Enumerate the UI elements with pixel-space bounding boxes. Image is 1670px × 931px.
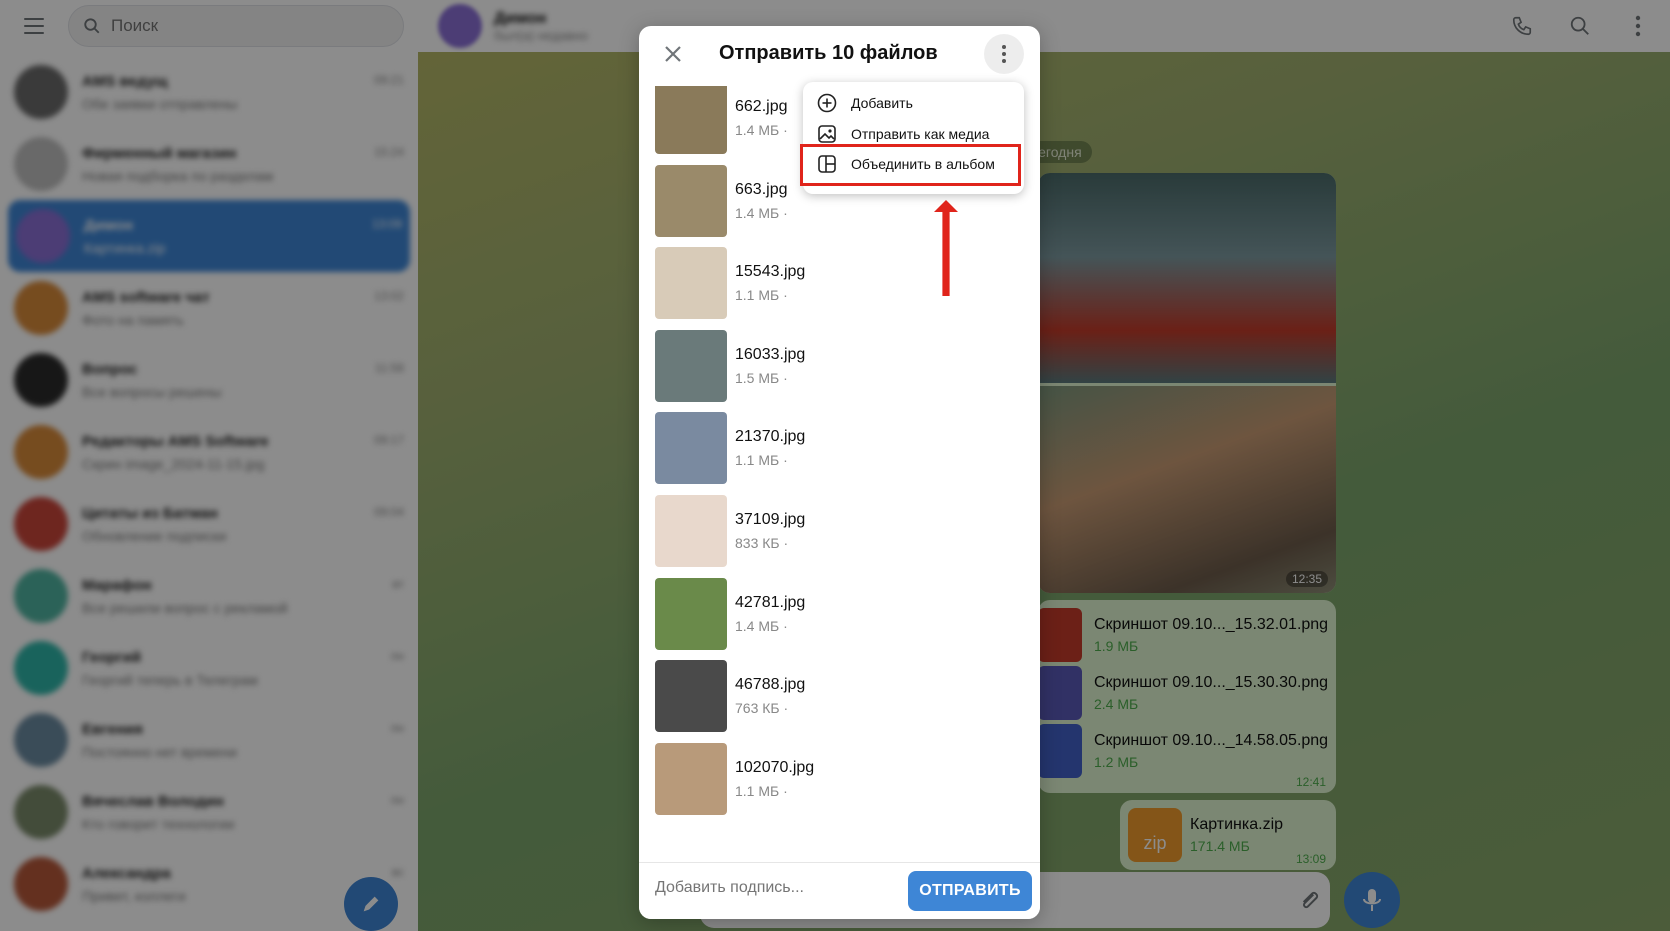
file-list-item[interactable]: 16033.jpg 1.5 МБ · xyxy=(655,329,1025,402)
file-name: 21370.jpg xyxy=(735,428,806,446)
image-icon xyxy=(818,125,836,143)
more-vertical-icon xyxy=(1002,45,1006,63)
file-list-item[interactable]: 15543.jpg 1.1 МБ · xyxy=(655,247,1025,320)
file-size: 1.1 МБ · xyxy=(735,782,788,799)
file-thumbnail xyxy=(655,412,727,485)
file-size: 1.4 МБ · xyxy=(735,204,788,221)
file-thumbnail xyxy=(655,495,727,567)
file-thumbnail xyxy=(655,577,727,650)
file-name: 662.jpg xyxy=(735,98,788,115)
file-list-item[interactable]: 42781.jpg 1.4 МБ · xyxy=(655,577,1025,650)
file-size: 1.1 МБ · xyxy=(735,287,788,304)
menu-item-label: Добавить xyxy=(851,95,913,111)
file-size: 763 КБ · xyxy=(735,700,789,717)
file-thumbnail xyxy=(655,742,727,815)
highlight-box xyxy=(800,144,1021,186)
file-size: 1.5 МБ · xyxy=(735,369,788,386)
dialog-title: Отправить 10 файлов xyxy=(719,42,938,64)
file-info: 42781.jpg 1.4 МБ · xyxy=(735,594,805,634)
file-name: 37109.jpg xyxy=(735,511,806,528)
caption-input[interactable] xyxy=(655,879,875,897)
file-size: 1.4 МБ · xyxy=(735,122,788,138)
send-button[interactable]: ОТПРАВИТЬ xyxy=(908,871,1032,911)
file-name: 102070.jpg xyxy=(735,758,815,776)
menu-item-label: Отправить как медиа xyxy=(851,126,990,142)
dialog-header: Отправить 10 файлов xyxy=(639,26,1040,82)
file-info: 37109.jpg 833 КБ · xyxy=(735,511,805,551)
file-info: 46788.jpg 763 КБ · xyxy=(735,676,805,716)
file-name: 15543.jpg xyxy=(735,263,806,281)
file-size: 833 КБ · xyxy=(735,535,789,551)
file-thumbnail xyxy=(655,247,727,320)
file-list-item[interactable]: 46788.jpg 763 КБ · xyxy=(655,660,1025,733)
dialog-footer: ОТПРАВИТЬ xyxy=(639,862,1040,919)
annotation-arrow xyxy=(934,200,958,296)
file-name: 46788.jpg xyxy=(735,676,806,694)
file-thumbnail xyxy=(655,86,727,154)
file-list: 662.jpg 1.4 МБ · 663.jpg 1.4 МБ · 15543.jpg 1… xyxy=(639,86,1040,889)
file-list-item[interactable]: 37109.jpg 833 КБ · xyxy=(655,495,1025,567)
file-thumbnail xyxy=(655,660,727,733)
close-icon[interactable] xyxy=(659,40,687,68)
file-name: 663.jpg xyxy=(735,180,788,198)
file-info: 102070.jpg 1.1 МБ · xyxy=(735,759,814,799)
file-info: 663.jpg 1.4 МБ · xyxy=(735,181,788,221)
plus-circle-icon xyxy=(817,93,837,113)
file-list-item[interactable]: 21370.jpg 1.1 МБ · xyxy=(655,412,1025,485)
file-info: 662.jpg 1.4 МБ · xyxy=(735,98,788,138)
file-name: 16033.jpg xyxy=(735,345,806,363)
more-options-button[interactable] xyxy=(984,34,1024,74)
file-info: 16033.jpg 1.5 МБ · xyxy=(735,346,805,386)
file-thumbnail xyxy=(655,329,727,402)
file-size: 1.4 МБ · xyxy=(735,617,788,634)
file-size: 1.1 МБ · xyxy=(735,452,788,469)
file-info: 21370.jpg 1.1 МБ · xyxy=(735,428,805,468)
file-list-item[interactable]: 102070.jpg 1.1 МБ · xyxy=(655,742,1025,815)
file-info: 15543.jpg 1.1 МБ · xyxy=(735,263,805,303)
menu-item-add[interactable]: Добавить xyxy=(817,90,913,116)
file-name: 42781.jpg xyxy=(735,593,806,611)
file-thumbnail xyxy=(655,164,727,237)
